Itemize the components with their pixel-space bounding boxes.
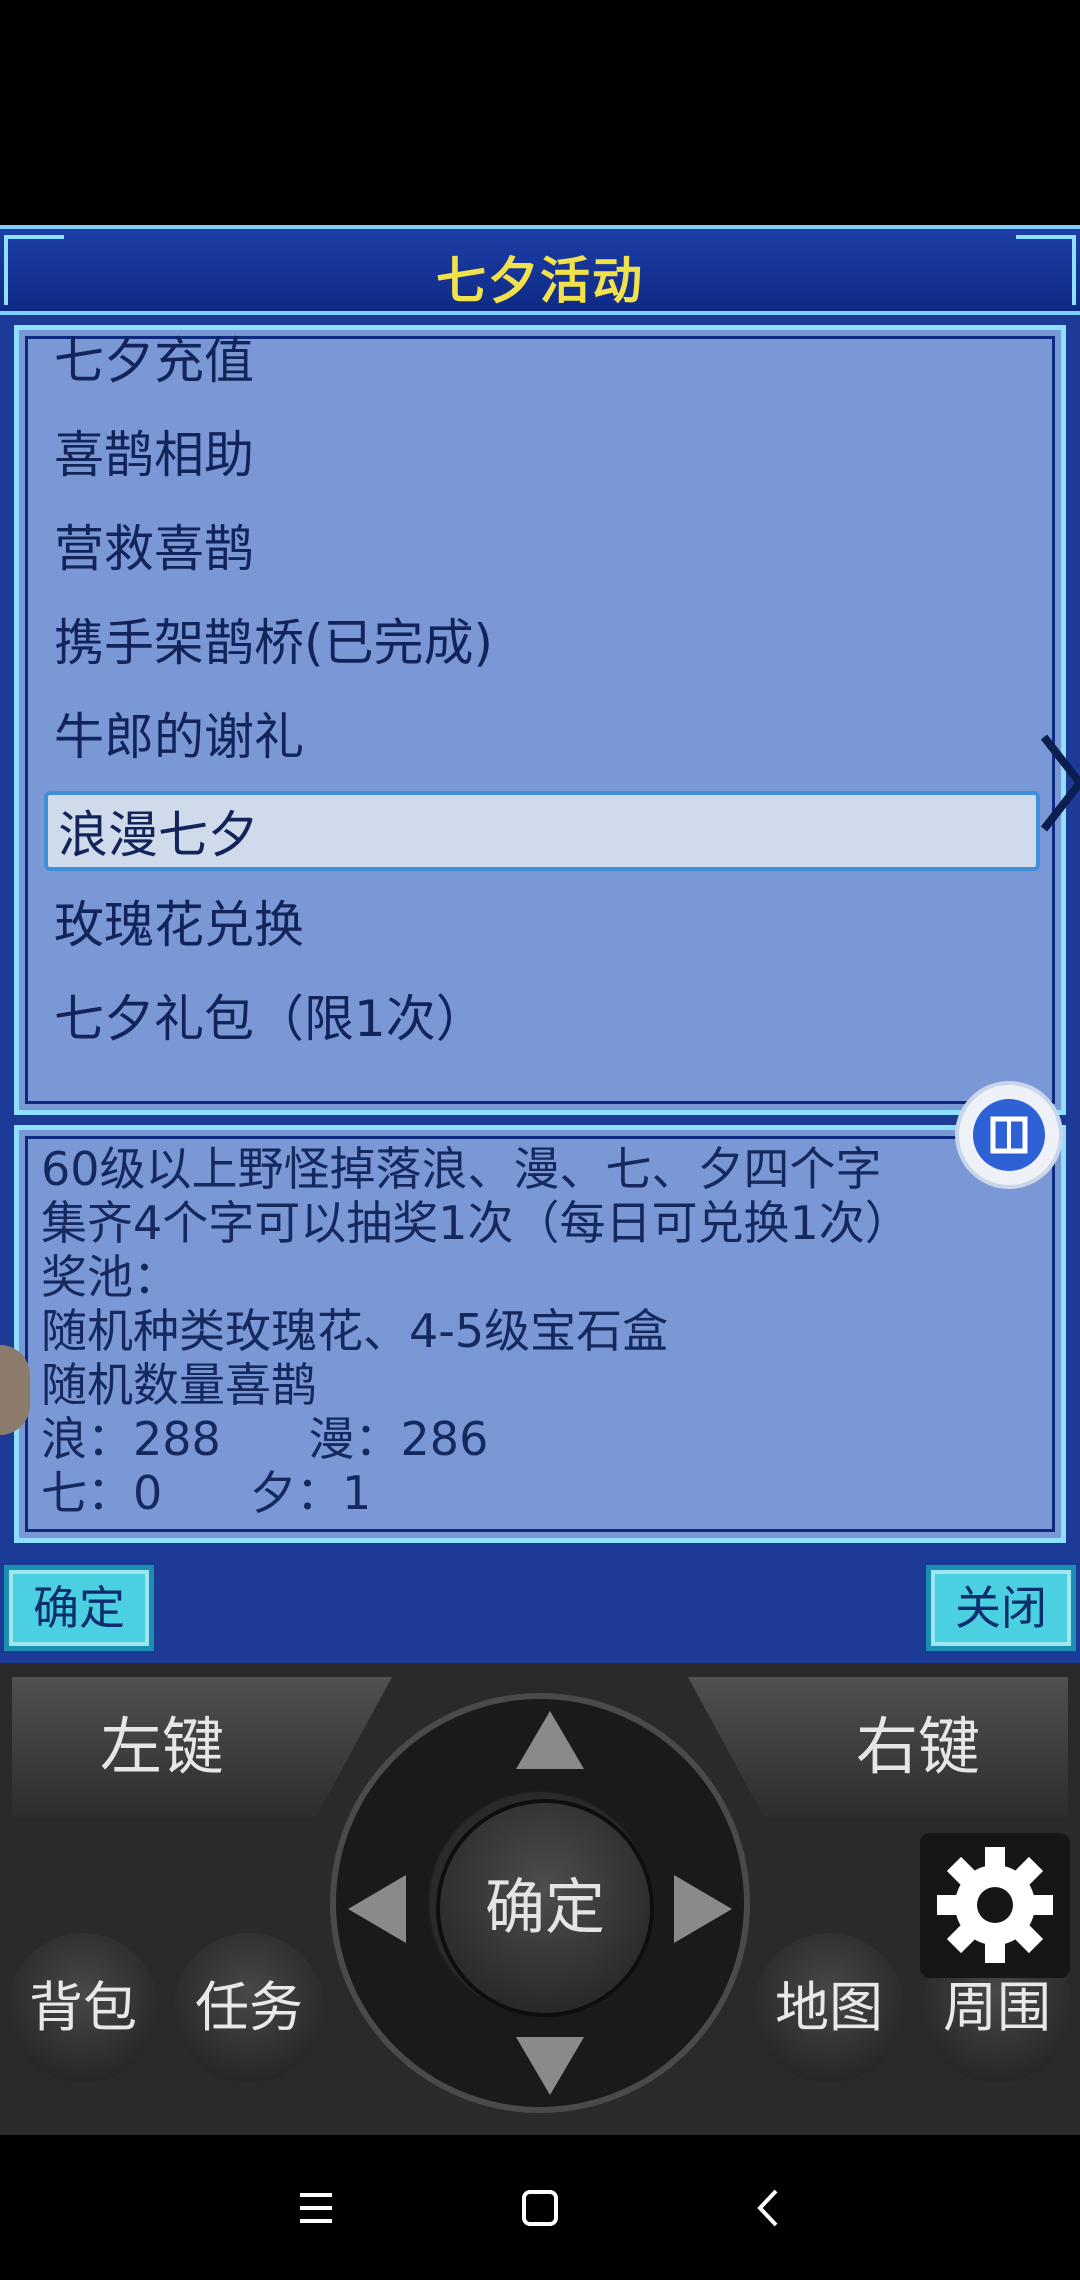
direction-pad: 确定 xyxy=(330,1693,750,2113)
status-area xyxy=(0,0,1080,225)
description-line: 集齐4个字可以抽奖1次（每日可兑换1次） xyxy=(41,1196,911,1250)
menu-item-magpie-help[interactable]: 喜鹊相助 xyxy=(44,415,1040,495)
settings-button[interactable] xyxy=(920,1833,1070,1978)
scroll-right-arrow-icon[interactable] xyxy=(1040,733,1080,833)
description-line: 随机种类玫瑰花、4-5级宝石盒 xyxy=(41,1304,669,1358)
description-line: 60级以上野怪掉落浪、漫、七、夕四个字 xyxy=(41,1142,882,1196)
right-softkey[interactable]: 右键 xyxy=(688,1677,1068,1817)
virtual-controller: 左键 右键 确定 背包 任务 地图 周围 xyxy=(0,1663,1080,2135)
activity-menu-list: 七夕充值 喜鹊相助 营救喜鹊 携手架鹊桥(已完成) 牛郎的谢礼 浪漫七夕 玫瑰花… xyxy=(30,321,1050,1091)
menu-item-rose-exchange[interactable]: 玫瑰花兑换 xyxy=(44,885,1040,965)
map-button[interactable]: 地图 xyxy=(754,1933,904,2083)
bag-button[interactable]: 背包 xyxy=(8,1933,158,2083)
task-button[interactable]: 任务 xyxy=(174,1933,324,2083)
menu-item-rescue-magpie[interactable]: 营救喜鹊 xyxy=(44,509,1040,589)
description-line: 奖池： xyxy=(41,1250,179,1304)
back-icon[interactable] xyxy=(728,2173,808,2243)
dialog-title-bar: 七夕活动 xyxy=(0,225,1080,315)
dpad-down-button[interactable] xyxy=(516,2037,584,2095)
left-softkey[interactable]: 左键 xyxy=(12,1677,392,1817)
cube-icon xyxy=(973,1099,1045,1171)
menu-icon[interactable] xyxy=(276,2173,356,2243)
description-line: 浪：288 漫：286 xyxy=(41,1412,489,1466)
dpad-confirm-button[interactable]: 确定 xyxy=(436,1799,654,2017)
confirm-button[interactable]: 确定 xyxy=(4,1565,154,1651)
floating-assistant-button[interactable] xyxy=(955,1081,1063,1189)
description-line: 七：0 夕：1 xyxy=(41,1466,372,1520)
close-button[interactable]: 关闭 xyxy=(926,1565,1076,1651)
menu-item-cowherd-gift[interactable]: 牛郎的谢礼 xyxy=(44,697,1040,777)
menu-item-magpie-bridge[interactable]: 携手架鹊桥(已完成) xyxy=(44,603,1040,683)
dpad-left-button[interactable] xyxy=(348,1875,406,1943)
activity-dialog: 七夕活动 七夕充值 喜鹊相助 营救喜鹊 携手架鹊桥(已完成) 牛郎的谢礼 浪漫七… xyxy=(0,225,1080,1663)
menu-item-qixi-gift-pack[interactable]: 七夕礼包（限1次） xyxy=(44,979,1040,1059)
description-line: 随机数量喜鹊 xyxy=(41,1358,317,1412)
menu-item-romantic-qixi[interactable]: 浪漫七夕 xyxy=(44,791,1040,871)
menu-item-qixi-recharge[interactable]: 七夕充值 xyxy=(44,321,1040,401)
system-nav-bar xyxy=(0,2135,1080,2280)
dpad-right-button[interactable] xyxy=(674,1875,732,1943)
dpad-up-button[interactable] xyxy=(516,1711,584,1769)
gear-icon xyxy=(937,1847,1053,1963)
home-icon[interactable] xyxy=(500,2173,580,2243)
dialog-title: 七夕活动 xyxy=(436,252,644,310)
description-panel: 60级以上野怪掉落浪、漫、七、夕四个字 集齐4个字可以抽奖1次（每日可兑换1次）… xyxy=(14,1125,1066,1543)
